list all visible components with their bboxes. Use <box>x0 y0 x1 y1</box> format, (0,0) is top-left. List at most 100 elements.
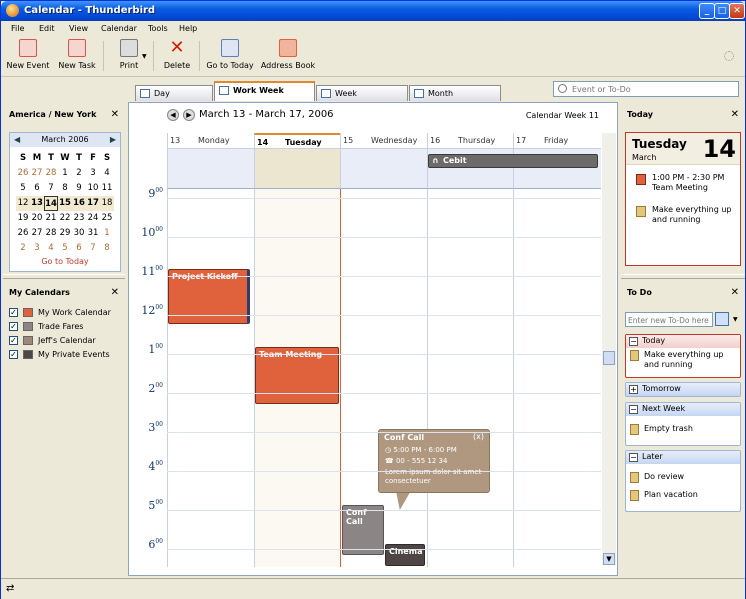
new-task-button[interactable]: New Task <box>55 39 99 75</box>
close-button[interactable]: ✕ <box>729 3 745 19</box>
tooltip-close-icon[interactable]: (x) <box>473 432 484 441</box>
event-cebit[interactable]: ∩ Cebit <box>428 154 598 168</box>
new-todo-input[interactable]: Enter new To-Do here <box>625 312 713 327</box>
vertical-scrollbar[interactable]: ▼ <box>602 133 616 565</box>
mini-calendar-day[interactable]: 6 <box>72 241 86 256</box>
day-header[interactable]: 13 Monday <box>167 133 254 149</box>
dropdown-icon[interactable]: ▼ <box>733 316 738 323</box>
mini-calendar-day[interactable]: 12 <box>16 196 30 211</box>
mini-calendar-day[interactable]: 3 <box>30 241 44 256</box>
pane-splitter[interactable] <box>3 274 125 279</box>
mini-calendar-day[interactable]: 29 <box>58 226 72 241</box>
close-icon[interactable]: ✕ <box>731 109 739 120</box>
mini-calendar-day[interactable]: 27 <box>30 226 44 241</box>
mini-calendar-day[interactable]: 22 <box>58 211 72 226</box>
calendar-item[interactable]: ✓ Trade Fares <box>9 320 121 334</box>
checkbox[interactable]: ✓ <box>9 308 18 317</box>
delete-button[interactable]: ✕ Delete <box>159 39 195 75</box>
mini-calendar-day[interactable]: 6 <box>30 181 44 196</box>
mini-calendar-day[interactable]: 26 <box>16 226 30 241</box>
mini-calendar-day[interactable]: 7 <box>86 241 100 256</box>
menu-file[interactable]: File <box>11 24 24 33</box>
mini-calendar-day[interactable]: 8 <box>100 241 114 256</box>
close-icon[interactable]: ✕ <box>111 109 119 120</box>
mini-calendar-day[interactable]: 28 <box>44 166 58 181</box>
tab-week[interactable]: Week <box>316 85 408 101</box>
menu-calendar[interactable]: Calendar <box>101 24 137 33</box>
menu-help[interactable]: Help <box>179 24 197 33</box>
day-header[interactable]: 16 Thursday <box>427 133 513 149</box>
mini-calendar-day[interactable]: 5 <box>16 181 30 196</box>
mini-calendar-day[interactable]: 7 <box>44 181 58 196</box>
close-icon[interactable]: ✕ <box>731 287 739 298</box>
go-to-today-link[interactable]: Go to Today <box>10 257 120 266</box>
print-dropdown-icon[interactable]: ▼ <box>142 53 147 60</box>
mini-calendar-day[interactable]: 9 <box>72 181 86 196</box>
event-conf-call[interactable]: Conf Call <box>342 505 384 555</box>
mini-calendar-day[interactable]: 2 <box>72 166 86 181</box>
online-status-icon[interactable]: ⇄ <box>6 583 14 594</box>
mini-calendar-day[interactable]: 4 <box>100 166 114 181</box>
calendar-item[interactable]: ✓ My Work Calendar <box>9 306 121 320</box>
checkbox[interactable]: ✓ <box>9 350 18 359</box>
calendar-item[interactable]: ✓ My Private Events <box>9 348 121 362</box>
mini-calendar-day[interactable]: 1 <box>58 166 72 181</box>
day-header[interactable]: 14 Tuesday <box>254 133 340 149</box>
mini-calendar-day[interactable]: 20 <box>30 211 44 226</box>
todo-item[interactable]: Do review <box>626 470 740 484</box>
minimize-button[interactable]: _ <box>699 3 715 19</box>
all-day-cell[interactable] <box>167 149 254 189</box>
checkbox[interactable]: ✓ <box>9 322 18 331</box>
maximize-button[interactable]: □ <box>714 3 730 19</box>
tab-month[interactable]: Month <box>409 85 501 101</box>
go-to-today-button[interactable]: Go to Today <box>204 39 256 75</box>
mini-calendar-day[interactable]: 16 <box>72 196 86 211</box>
pane-splitter[interactable] <box>621 274 745 279</box>
mini-calendar-day[interactable]: 4 <box>44 241 58 256</box>
prev-week-icon[interactable]: ◀ <box>167 109 179 121</box>
tab-day[interactable]: Day <box>135 85 213 101</box>
mini-calendar-day[interactable]: 25 <box>100 211 114 226</box>
mini-calendar-day[interactable]: 24 <box>86 211 100 226</box>
menu-view[interactable]: View <box>69 24 88 33</box>
mini-calendar-day[interactable]: 31 <box>86 226 100 241</box>
all-day-cell[interactable] <box>340 149 427 189</box>
mini-calendar-day[interactable]: 10 <box>86 181 100 196</box>
calendar-picker-icon[interactable] <box>715 312 729 326</box>
todo-item[interactable]: Empty trash <box>626 422 740 436</box>
event-cinema[interactable]: Cinema <box>385 544 425 566</box>
new-event-button[interactable]: New Event <box>5 39 51 75</box>
search-input[interactable]: Event or To-Do <box>553 81 739 97</box>
address-book-button[interactable]: Address Book <box>259 39 317 75</box>
todo-item[interactable]: Make everything up and running <box>626 348 740 376</box>
close-icon[interactable]: ✕ <box>111 287 119 298</box>
calendar-item[interactable]: ✓ Jeff's Calendar <box>9 334 121 348</box>
mini-calendar-day[interactable]: 23 <box>72 211 86 226</box>
mini-calendar-day[interactable]: 19 <box>16 211 30 226</box>
next-week-icon[interactable]: ▶ <box>183 109 195 121</box>
day-header[interactable]: 15 Wednesday <box>340 133 427 149</box>
mini-calendar-day[interactable]: 2 <box>16 241 30 256</box>
next-month-icon[interactable]: ▶ <box>110 135 116 144</box>
mini-calendar-day[interactable]: 14 <box>44 196 58 211</box>
mini-calendar-day[interactable]: 15 <box>58 196 72 211</box>
mini-calendar-day[interactable]: 8 <box>58 181 72 196</box>
mini-calendar-day[interactable]: 13 <box>30 196 44 211</box>
mini-calendar-day[interactable]: 27 <box>30 166 44 181</box>
mini-calendar-day[interactable]: 28 <box>44 226 58 241</box>
menu-edit[interactable]: Edit <box>39 24 55 33</box>
tab-work-week[interactable]: Work Week <box>214 81 315 101</box>
all-day-cell[interactable] <box>254 149 340 189</box>
mini-calendar-day[interactable]: 30 <box>72 226 86 241</box>
mini-calendar-day[interactable]: 3 <box>86 166 100 181</box>
checkbox[interactable]: ✓ <box>9 336 18 345</box>
scrollbar-thumb[interactable] <box>603 351 615 365</box>
event-team-meeting[interactable]: Team Meeting <box>255 347 339 404</box>
mini-calendar-day[interactable]: 18 <box>100 196 114 211</box>
menu-tools[interactable]: Tools <box>148 24 168 33</box>
mini-calendar-day[interactable]: 5 <box>58 241 72 256</box>
prev-month-icon[interactable]: ◀ <box>14 135 20 144</box>
scroll-down-icon[interactable]: ▼ <box>603 553 615 565</box>
mini-calendar-day[interactable]: 1 <box>100 226 114 241</box>
todo-item[interactable]: Plan vacation <box>626 488 740 502</box>
